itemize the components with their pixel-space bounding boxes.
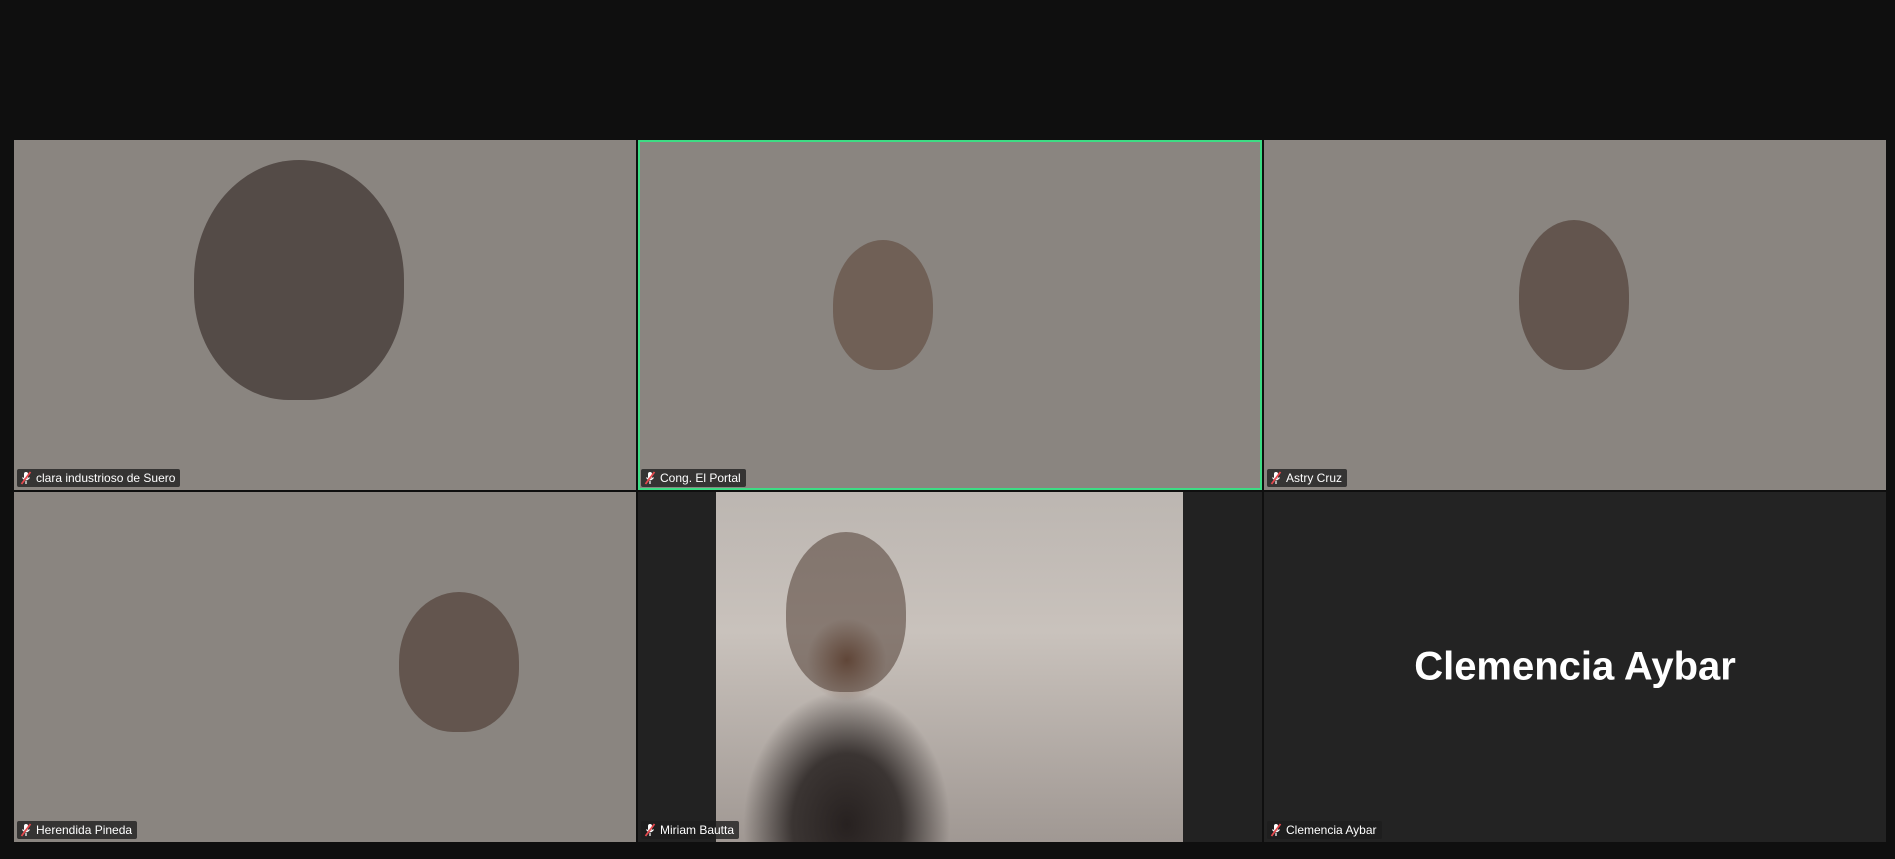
video-tile-clemencia-aybar[interactable]: Clemencia Aybar Clemencia Aybar [1264,492,1886,842]
participant-name-label: Herendida Pineda [17,821,138,839]
video-tile-cong-el-portal[interactable]: Cong. El Portal [638,140,1262,490]
meeting-gallery-view: clara industrioso de Suero Cong. El Port… [0,0,1895,859]
participant-name-label: Clemencia Aybar [1267,821,1382,839]
video-tile-herendida-pineda[interactable]: Herendida Pineda [14,492,636,842]
participant-video [194,160,404,400]
participant-name: Clemencia Aybar [1286,823,1377,837]
muted-microphone-icon [20,471,32,485]
participant-video [1519,220,1629,370]
participant-video [716,492,1183,842]
participant-name-label: clara industrioso de Suero [17,469,181,487]
participant-name-label: Cong. El Portal [641,469,746,487]
participant-silhouette [786,532,906,692]
participant-name: Astry Cruz [1286,471,1343,485]
video-tile-astry-cruz[interactable]: Astry Cruz [1264,140,1886,490]
participant-display-name: Clemencia Aybar [1414,644,1736,689]
participant-name-label: Astry Cruz [1267,469,1348,487]
muted-microphone-icon [20,823,32,837]
participant-video [833,240,933,370]
muted-microphone-icon [644,823,656,837]
muted-microphone-icon [1270,471,1282,485]
participant-name: Cong. El Portal [660,471,741,485]
participant-name: Miriam Bautta [660,823,735,837]
video-tile-miriam-bautta[interactable]: Miriam Bautta [638,492,1262,842]
video-tile-clara[interactable]: clara industrioso de Suero [14,140,636,490]
participant-name-label: Miriam Bautta [641,821,740,839]
muted-microphone-icon [1270,823,1282,837]
participant-name: clara industrioso de Suero [36,471,176,485]
muted-microphone-icon [644,471,656,485]
participant-name: Herendida Pineda [36,823,133,837]
participant-video [399,592,519,732]
